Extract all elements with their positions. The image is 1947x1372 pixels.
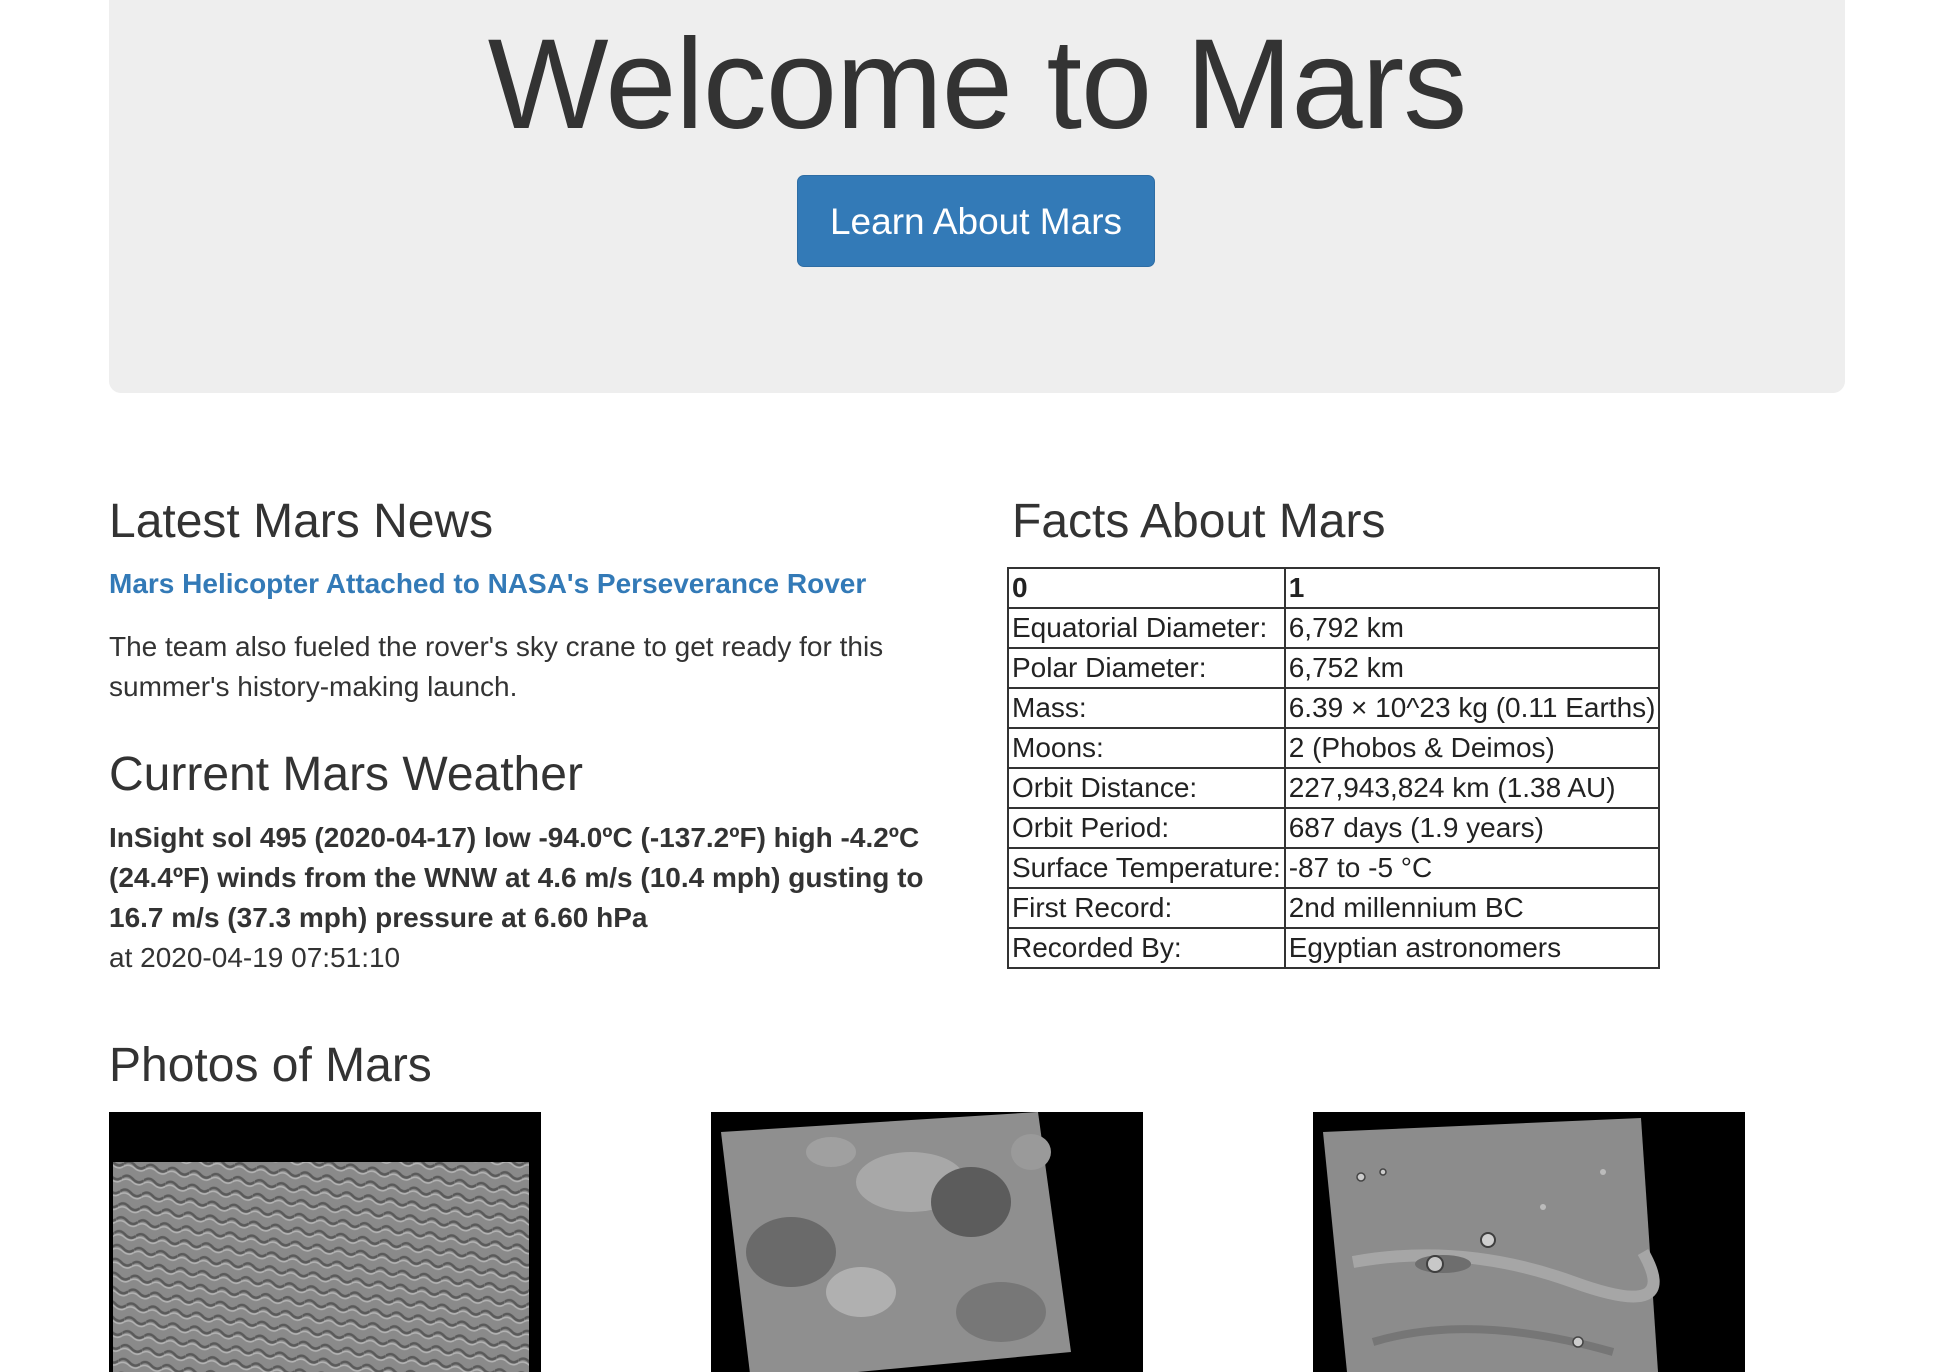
fact-label: Moons:: [1007, 727, 1286, 769]
fact-value: 2nd millennium BC: [1283, 887, 1661, 929]
news-paragraph: The team also fueled the rover's sky cra…: [109, 631, 884, 702]
fact-label: Equatorial Diameter:: [1007, 607, 1286, 649]
dunes-image: [113, 1162, 529, 1372]
fact-value: 687 days (1.9 years): [1283, 807, 1661, 849]
mars-photo-craters[interactable]: [711, 1112, 1143, 1372]
learn-about-mars-button[interactable]: Learn About Mars: [797, 175, 1155, 267]
weather-timestamp: at 2020-04-19 07:51:10: [109, 942, 401, 973]
fact-label: Orbit Period:: [1007, 807, 1286, 849]
craters-image: [721, 1112, 1071, 1372]
fact-value: 6,792 km: [1283, 607, 1661, 649]
fact-label: First Record:: [1007, 887, 1286, 929]
photos-heading: Photos of Mars: [109, 1039, 432, 1092]
facts-table: 0 1 Equatorial Diameter: 6,792 km Polar D…: [1007, 567, 1661, 969]
fact-value: -87 to -5 °C: [1283, 847, 1661, 889]
fact-value: 6,752 km: [1283, 647, 1661, 689]
table-row: Equatorial Diameter: 6,792 km: [1007, 607, 1661, 649]
fact-value: 227,943,824 km (1.38 AU): [1283, 767, 1661, 809]
facts-heading: Facts About Mars: [1012, 495, 1386, 548]
table-row: Mass: 6.39 × 10^23 kg (0.11 Earths): [1007, 687, 1661, 729]
table-row: Orbit Period: 687 days (1.9 years): [1007, 807, 1661, 849]
table-row: Recorded By: Egyptian astronomers: [1007, 927, 1661, 969]
table-row: Surface Temperature: -87 to -5 °C: [1007, 847, 1661, 889]
fact-label: Polar Diameter:: [1007, 647, 1286, 689]
weather-heading: Current Mars Weather: [109, 748, 583, 801]
fact-label: Orbit Distance:: [1007, 767, 1286, 809]
table-row: First Record: 2nd millennium BC: [1007, 887, 1661, 929]
mars-photo-dunes[interactable]: [109, 1112, 541, 1372]
facts-column-header: 0: [1007, 567, 1286, 609]
table-row: Polar Diameter: 6,752 km: [1007, 647, 1661, 689]
fact-value: Egyptian astronomers: [1283, 927, 1661, 969]
fact-label: Mass:: [1007, 687, 1286, 729]
fact-label: Recorded By:: [1007, 927, 1286, 969]
weather-report: InSight sol 495 (2020-04-17) low -94.0ºC…: [109, 822, 924, 933]
news-title-link[interactable]: Mars Helicopter Attached to NASA's Perse…: [109, 568, 866, 600]
facts-table-header-row: 0 1: [1007, 567, 1661, 609]
table-row: Moons: 2 (Phobos & Deimos): [1007, 727, 1661, 769]
facts-column-header: 1: [1283, 567, 1661, 609]
hero-banner: Welcome to Mars Learn About Mars: [109, 0, 1845, 393]
plains-image: [1323, 1118, 1660, 1372]
fact-value: 2 (Phobos & Deimos): [1283, 727, 1661, 769]
mars-photo-plains[interactable]: [1313, 1112, 1745, 1372]
table-row: Orbit Distance: 227,943,824 km (1.38 AU): [1007, 767, 1661, 809]
news-heading: Latest Mars News: [109, 495, 494, 548]
fact-label: Surface Temperature:: [1007, 847, 1286, 889]
page-title: Welcome to Mars: [487, 13, 1467, 156]
fact-value: 6.39 × 10^23 kg (0.11 Earths): [1283, 687, 1661, 729]
